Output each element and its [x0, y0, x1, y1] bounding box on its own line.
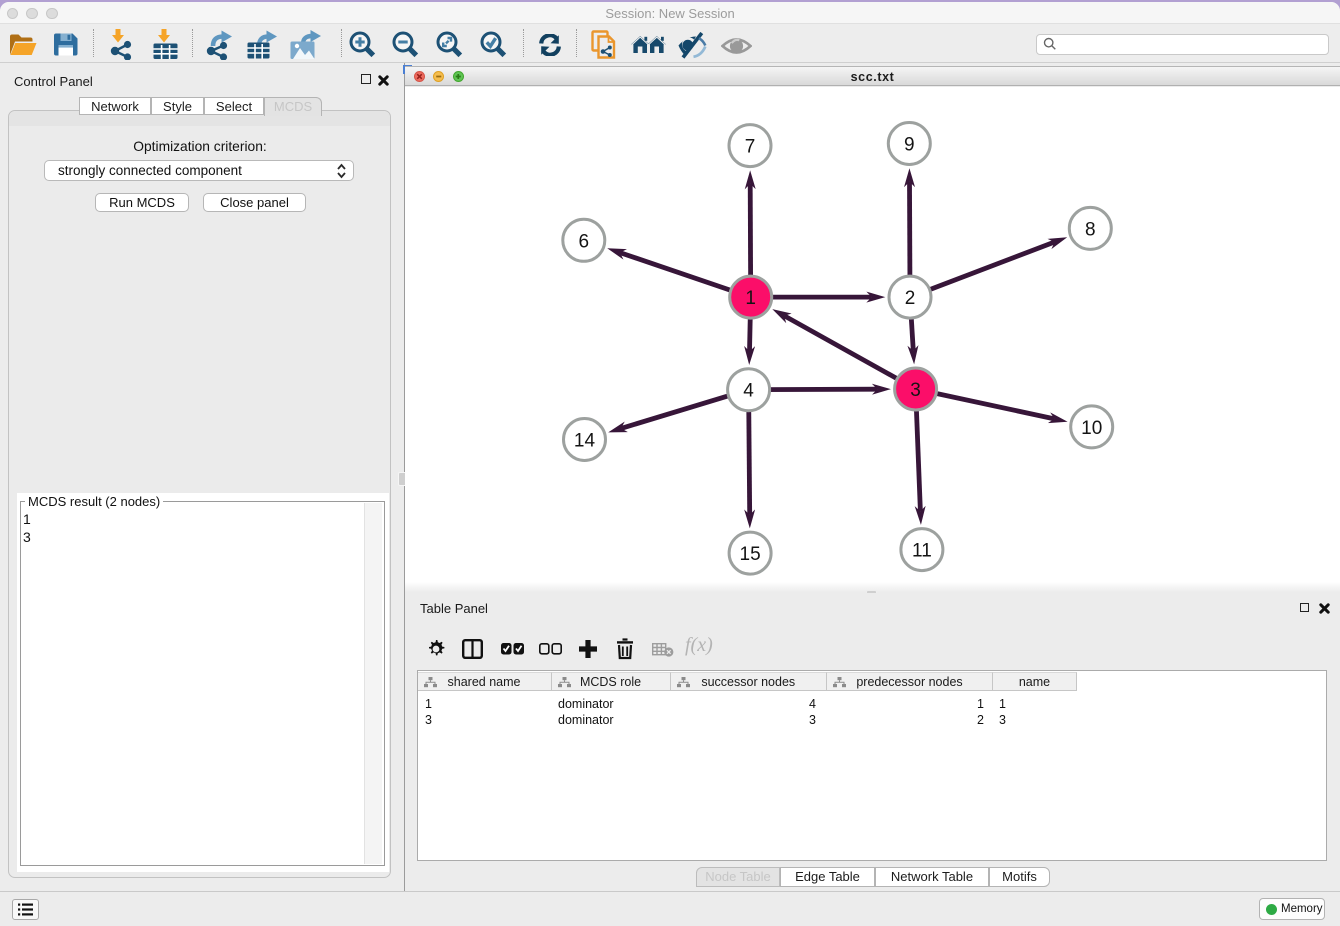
svg-text:14: 14 [574, 431, 596, 452]
svg-text:6: 6 [579, 231, 590, 252]
svg-text:11: 11 [912, 541, 932, 562]
svg-text:7: 7 [745, 137, 756, 158]
svg-text:2: 2 [905, 288, 916, 309]
svg-text:3: 3 [910, 380, 921, 401]
svg-text:10: 10 [1081, 418, 1102, 439]
svg-text:4: 4 [743, 381, 754, 402]
svg-text:8: 8 [1085, 219, 1096, 240]
svg-text:15: 15 [740, 544, 761, 565]
svg-text:9: 9 [904, 135, 915, 156]
svg-text:1: 1 [745, 288, 756, 309]
